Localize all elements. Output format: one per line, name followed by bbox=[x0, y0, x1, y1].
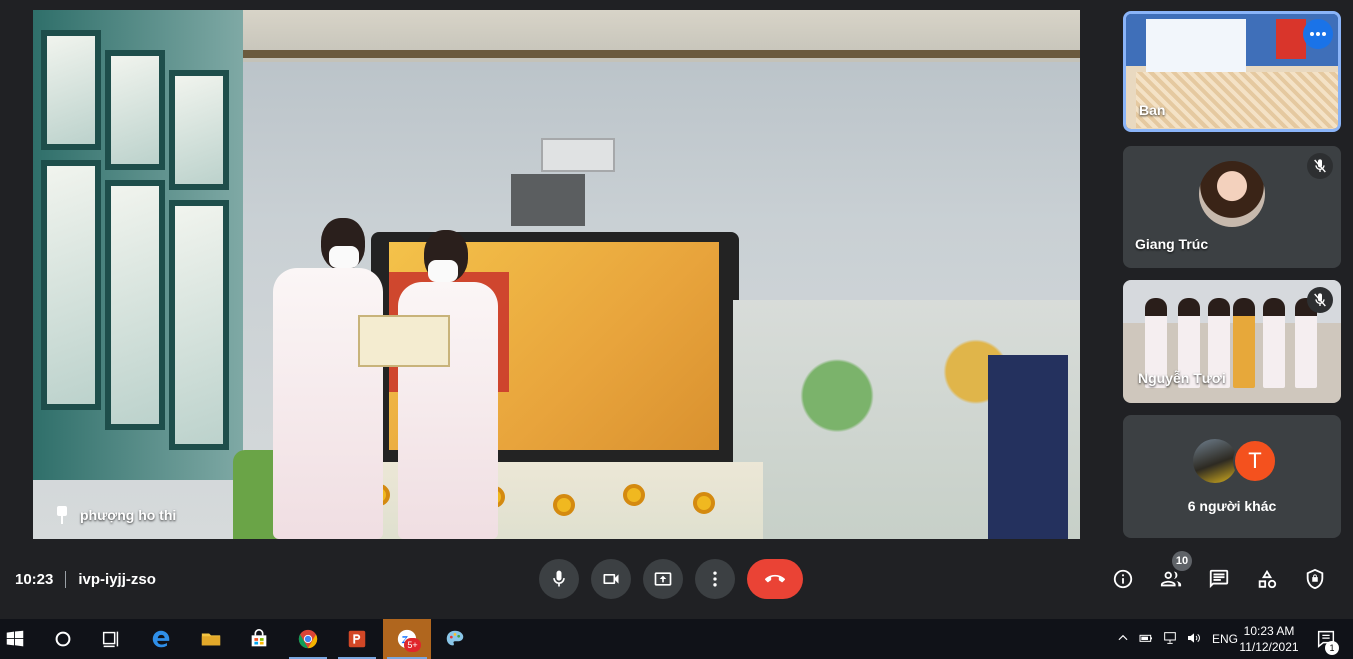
video-wall-art bbox=[733, 300, 1080, 539]
divider bbox=[65, 571, 67, 588]
meeting-controls-bar: 10:23 ivp-iyjj-zso 10 bbox=[0, 550, 1353, 612]
clock-time: 10:23 AM bbox=[1243, 624, 1295, 638]
volume-button[interactable] bbox=[1182, 630, 1206, 649]
tile-name-giang-truc: Giang Trúc bbox=[1135, 236, 1209, 252]
cortana-icon bbox=[55, 631, 71, 647]
meeting-code[interactable]: ivp-iyjj-zso bbox=[78, 571, 156, 588]
activities-icon bbox=[1258, 569, 1277, 589]
video-projector bbox=[541, 138, 615, 172]
pin-icon[interactable] bbox=[54, 506, 70, 524]
taskbar-clock[interactable]: 10:23 AM 11/12/2021 bbox=[1236, 623, 1302, 655]
action-center-button[interactable] bbox=[1303, 619, 1349, 659]
people-icon bbox=[1160, 571, 1182, 587]
more-options-button[interactable] bbox=[1303, 19, 1333, 49]
paint-button[interactable] bbox=[432, 619, 478, 659]
file-explorer-icon bbox=[201, 633, 221, 646]
input-language[interactable]: ENG bbox=[1212, 632, 1238, 646]
edge-icon bbox=[152, 630, 170, 648]
show-hidden-icons-button[interactable] bbox=[1112, 631, 1134, 648]
participants-count-badge: 10 bbox=[1172, 551, 1192, 571]
microphone-icon bbox=[553, 570, 565, 587]
video-window bbox=[33, 10, 243, 480]
chrome-icon bbox=[298, 629, 318, 649]
store-icon bbox=[251, 629, 267, 647]
chrome-button[interactable] bbox=[285, 619, 331, 659]
meeting-info: 10:23 ivp-iyjj-zso bbox=[15, 571, 156, 588]
microphone-button[interactable] bbox=[539, 559, 579, 599]
chevron-up-icon bbox=[1118, 634, 1128, 640]
participant-tile-others[interactable]: T 6 người khác bbox=[1123, 415, 1341, 538]
main-video-tile[interactable]: phượng ho thi bbox=[33, 10, 1080, 539]
store-button[interactable] bbox=[236, 619, 282, 659]
task-view-icon bbox=[102, 631, 119, 648]
camera-button[interactable] bbox=[591, 559, 631, 599]
windows-taskbar: 5+ ENG 10:23 AM 11/12/2021 1 bbox=[0, 619, 1353, 659]
tile-name-nguyen-tuoi: Nguyễn Tươi bbox=[1138, 370, 1226, 386]
meeting-details-button[interactable] bbox=[1110, 566, 1136, 592]
start-icon bbox=[6, 630, 24, 647]
present-screen-icon bbox=[654, 572, 672, 586]
participant-tile-nguyen-tuoi[interactable]: Nguyễn Tươi bbox=[1123, 280, 1341, 403]
volume-icon bbox=[1188, 632, 1200, 643]
avatar bbox=[1193, 439, 1237, 483]
mic-off-icon bbox=[1307, 153, 1333, 179]
edge-button[interactable] bbox=[138, 619, 184, 659]
participant-tile-ban[interactable]: Ban bbox=[1123, 11, 1341, 132]
participant-tile-giang-truc[interactable]: Giang Trúc bbox=[1123, 146, 1341, 268]
powerpoint-button[interactable] bbox=[334, 619, 380, 659]
chat-icon bbox=[1209, 569, 1229, 589]
powerpoint-icon bbox=[348, 630, 366, 648]
leave-call-button[interactable] bbox=[747, 559, 803, 599]
tile-banner bbox=[1146, 19, 1246, 74]
video-projector-arm bbox=[511, 174, 585, 226]
network-icon bbox=[1164, 631, 1176, 644]
file-explorer-button[interactable] bbox=[188, 619, 234, 659]
task-view-button[interactable] bbox=[88, 619, 134, 659]
present-screen-button[interactable] bbox=[643, 559, 683, 599]
tile-table bbox=[1136, 72, 1338, 128]
meeting-time: 10:23 bbox=[15, 571, 54, 588]
more-vert-icon bbox=[713, 571, 717, 587]
avatar-letter: T bbox=[1233, 439, 1277, 483]
paint-icon bbox=[446, 630, 464, 646]
tile-name-ban: Ban bbox=[1139, 102, 1166, 118]
network-button[interactable] bbox=[1158, 630, 1182, 649]
others-label: 6 người khác bbox=[1187, 498, 1277, 514]
clock-date: 11/12/2021 bbox=[1239, 640, 1299, 654]
tile-flag bbox=[1276, 19, 1306, 59]
battery-icon bbox=[1139, 634, 1152, 642]
video-ceiling-trim bbox=[243, 50, 1080, 58]
search-button[interactable] bbox=[40, 619, 86, 659]
info-icon bbox=[1113, 569, 1133, 589]
host-controls-button[interactable] bbox=[1302, 566, 1328, 592]
camera-icon bbox=[603, 574, 619, 584]
end-call-icon bbox=[765, 574, 785, 583]
activities-button[interactable] bbox=[1254, 566, 1280, 592]
system-tray: ENG bbox=[1112, 619, 1238, 659]
main-participant-name: phượng ho thi bbox=[80, 507, 177, 523]
zalo-badge: 5+ bbox=[404, 638, 421, 652]
notification-count-badge: 1 bbox=[1325, 641, 1339, 655]
battery-button[interactable] bbox=[1134, 630, 1158, 649]
shield-lock-icon bbox=[1306, 568, 1324, 590]
main-participant-label: phượng ho thi bbox=[54, 506, 176, 524]
chat-button[interactable] bbox=[1206, 566, 1232, 592]
video-certificate bbox=[358, 315, 450, 367]
start-button[interactable] bbox=[0, 619, 38, 659]
more-options-button[interactable] bbox=[695, 559, 735, 599]
mic-off-icon bbox=[1307, 287, 1333, 313]
avatar bbox=[1199, 161, 1265, 227]
